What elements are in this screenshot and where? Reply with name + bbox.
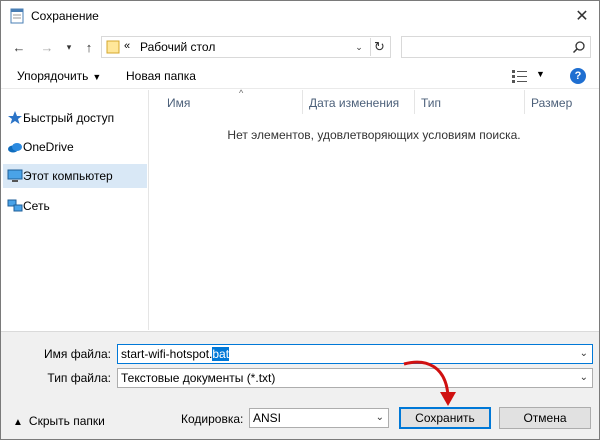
arrow-right-icon: → bbox=[40, 39, 54, 55]
hide-folders-button[interactable]: ▲ Скрыть папки bbox=[13, 414, 105, 428]
close-button[interactable]: ✕ bbox=[571, 5, 593, 27]
back-button[interactable]: ← bbox=[11, 39, 27, 55]
address-overflow[interactable]: « bbox=[124, 40, 130, 52]
new-folder-label: Новая папка bbox=[126, 69, 196, 83]
cancel-label: Отмена bbox=[523, 411, 567, 425]
filename-extension-selected: bat bbox=[212, 347, 230, 361]
address-dropdown-button[interactable]: ⌄ bbox=[352, 39, 366, 55]
sort-ascending-icon: ^ bbox=[239, 88, 244, 98]
network-icon bbox=[7, 199, 23, 212]
view-dropdown-icon[interactable]: ▼ bbox=[536, 69, 545, 79]
filename-base: start-wifi-hotspot. bbox=[121, 347, 213, 361]
computer-icon bbox=[7, 169, 23, 182]
search-input[interactable] bbox=[401, 36, 591, 58]
hide-folders-label: Скрыть папки bbox=[28, 414, 105, 428]
sidebar-item-quick-access[interactable]: Быстрый доступ bbox=[3, 106, 147, 130]
sidebar-item-network[interactable]: Сеть bbox=[3, 194, 147, 218]
navigation-pane: Быстрый доступ OneDrive Этот компьютер С… bbox=[1, 90, 149, 330]
arrow-up-icon: ↑ bbox=[85, 39, 93, 55]
column-header-type[interactable]: Тип bbox=[415, 90, 525, 114]
cancel-button[interactable]: Отмена bbox=[499, 407, 591, 429]
address-path[interactable]: Рабочий стол bbox=[140, 40, 215, 54]
sidebar-item-label: Сеть bbox=[23, 199, 50, 213]
chevron-down-icon: ⌄ bbox=[375, 412, 384, 423]
save-options-panel: Имя файла: start-wifi-hotspot.bat ⌄ Тип … bbox=[1, 331, 599, 439]
save-button[interactable]: Сохранить bbox=[399, 407, 491, 429]
search-icon bbox=[572, 41, 585, 54]
column-header-name[interactable]: Имя ^ bbox=[161, 88, 303, 114]
organize-label: Упорядочить bbox=[17, 69, 89, 83]
encoding-label: Кодировка: bbox=[181, 412, 244, 426]
address-bar[interactable]: « Рабочий стол ⌄ ↻ bbox=[101, 36, 391, 58]
chevron-down-icon[interactable]: ⌄ bbox=[580, 348, 588, 359]
column-label: Дата изменения bbox=[309, 96, 400, 110]
save-label: Сохранить bbox=[415, 411, 475, 425]
new-folder-button[interactable]: Новая папка bbox=[126, 69, 196, 83]
title-bar: Сохранение ✕ bbox=[1, 1, 599, 31]
close-icon: ✕ bbox=[575, 8, 589, 25]
column-header-size[interactable]: Размер bbox=[525, 90, 595, 114]
chevron-down-icon: ▾ bbox=[66, 41, 72, 52]
command-bar: Упорядочить ▼ Новая папка ▼ ? bbox=[1, 63, 599, 89]
sidebar-item-label: Этот компьютер bbox=[23, 169, 113, 183]
chevron-down-icon: ⌄ bbox=[355, 41, 363, 52]
sidebar-item-label: Быстрый доступ bbox=[23, 111, 115, 125]
column-label: Тип bbox=[421, 96, 442, 110]
navigation-bar: ← → ▾ ↑ « Рабочий стол ⌄ ↻ bbox=[1, 31, 599, 63]
organize-button[interactable]: Упорядочить ▼ bbox=[17, 69, 101, 83]
chevron-down-icon: ⌄ bbox=[579, 372, 588, 383]
refresh-button[interactable]: ↻ bbox=[370, 38, 388, 56]
filename-label: Имя файла: bbox=[44, 347, 111, 361]
folder-icon bbox=[106, 40, 120, 54]
star-icon bbox=[8, 111, 22, 124]
column-label: Имя bbox=[167, 96, 191, 110]
help-icon: ? bbox=[574, 70, 582, 82]
forward-button[interactable]: → bbox=[39, 39, 55, 55]
filename-input[interactable]: start-wifi-hotspot.bat ⌄ bbox=[117, 344, 593, 364]
caret-down-icon: ▼ bbox=[92, 72, 102, 82]
recent-locations-button[interactable]: ▾ bbox=[61, 39, 77, 55]
refresh-icon: ↻ bbox=[374, 39, 385, 54]
column-header-date[interactable]: Дата изменения bbox=[303, 90, 415, 114]
sidebar-item-this-pc[interactable]: Этот компьютер bbox=[3, 164, 147, 188]
filetype-value: Текстовые документы (*.txt) bbox=[121, 371, 276, 385]
filetype-label: Тип файла: bbox=[47, 371, 111, 385]
encoding-select[interactable]: ANSI ⌄ bbox=[249, 408, 389, 428]
encoding-value: ANSI bbox=[253, 411, 282, 425]
empty-results-message: Нет элементов, удовлетворяющих условиям … bbox=[227, 128, 521, 142]
help-button[interactable]: ? bbox=[570, 68, 586, 84]
view-options-icon[interactable] bbox=[511, 68, 529, 84]
file-list: Имя ^ Дата изменения Тип Размер Нет элем… bbox=[149, 88, 599, 330]
caret-up-icon: ▲ bbox=[13, 417, 23, 428]
column-label: Размер bbox=[531, 96, 573, 110]
filetype-select[interactable]: Текстовые документы (*.txt) ⌄ bbox=[117, 368, 593, 388]
arrow-left-icon: ← bbox=[12, 39, 26, 55]
notepad-icon bbox=[10, 8, 24, 24]
sidebar-item-label: OneDrive bbox=[23, 140, 74, 154]
up-button[interactable]: ↑ bbox=[81, 39, 97, 55]
sidebar-item-onedrive[interactable]: OneDrive bbox=[3, 135, 147, 159]
cloud-icon bbox=[8, 143, 22, 153]
save-dialog: Сохранение ✕ ← → ▾ ↑ « Рабочий стол ⌄ ↻ bbox=[0, 0, 600, 440]
window-title: Сохранение bbox=[31, 9, 99, 23]
